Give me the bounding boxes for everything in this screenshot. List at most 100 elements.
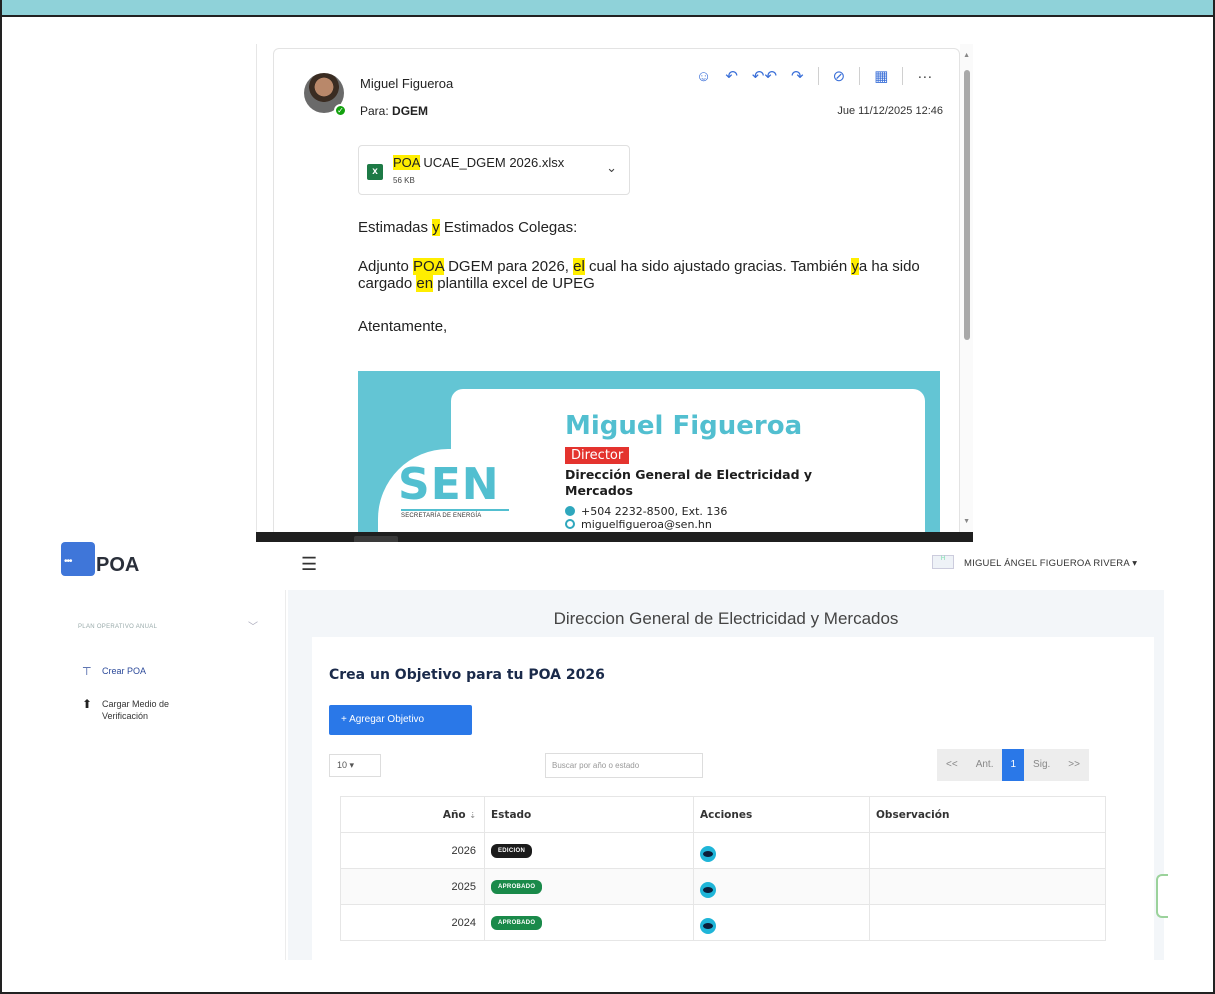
search-highlight: POA (413, 258, 444, 275)
app-logo-text[interactable]: POA (96, 554, 139, 577)
poa-logo-icon (61, 542, 95, 576)
email-scrollbar[interactable]: ▲ ▼ (960, 44, 973, 534)
sender-name[interactable]: Miguel Figueroa (360, 76, 453, 91)
side-widget-tab[interactable] (1156, 874, 1168, 918)
text: Estimadas (358, 219, 433, 236)
actions-cell (693, 832, 870, 869)
create-icon: ⊤ (82, 666, 92, 678)
poa-table: Año ⇣ Estado Acciones Observación 2026 E… (340, 796, 1106, 941)
logo-divider (401, 509, 509, 511)
sidebar-section-title[interactable]: PLAN OPERATIVO ANUAL (78, 624, 157, 630)
view-eye-icon[interactable] (700, 881, 716, 898)
observation-cell (869, 904, 1106, 941)
sidebar-item-label: Cargar Medio de Verificación (102, 699, 170, 721)
emoji-react-icon[interactable]: ☺ (696, 68, 711, 85)
attachment-name: POA UCAE_DGEM 2026.xlsx (393, 155, 564, 170)
email-text[interactable]: miguelfigueroa@sen.hn (581, 518, 712, 531)
email-message: ✓ Miguel Figueroa Para: DGEM ☺ ↶ ↶↶ ↷ ⊘ … (273, 48, 960, 540)
attachment-name-rest: UCAE_DGEM 2026.xlsx (419, 155, 565, 170)
actions-cell (693, 868, 870, 905)
status-cell: EDICION (484, 832, 694, 869)
recipient-line: Para: DGEM (360, 104, 428, 118)
excel-file-icon: x (367, 164, 383, 180)
menu-icon[interactable]: ☰ (301, 555, 317, 573)
chevron-down-icon[interactable]: ⌄ (606, 160, 617, 176)
more-actions-icon[interactable]: ··· (917, 68, 932, 85)
search-highlight: en (416, 275, 434, 292)
email-reading-pane: ✓ Miguel Figueroa Para: DGEM ☺ ↶ ↶↶ ↷ ⊘ … (256, 44, 973, 540)
sidebar-item-label: Crear POA (102, 666, 147, 676)
table-header-row: Año ⇣ Estado Acciones Observación (340, 796, 1106, 833)
table-row: 2026 EDICION (340, 832, 1106, 869)
actions-divider (859, 67, 861, 85)
table-row: 2024 APROBADO (340, 904, 1106, 941)
phone-icon (565, 506, 575, 516)
forward-icon[interactable]: ↷ (791, 67, 804, 85)
text: plantilla excel de UPEG (433, 275, 595, 292)
prev-page-button[interactable]: Ant. (967, 749, 1003, 781)
reply-icon[interactable]: ↶ (725, 67, 738, 85)
view-eye-icon[interactable] (700, 917, 716, 934)
message-actions: ☺ ↶ ↶↶ ↷ ⊘ ▦ ··· (696, 67, 932, 85)
search-highlight: el (573, 258, 585, 275)
view-eye-icon[interactable] (700, 845, 716, 862)
page-1-button[interactable]: 1 (1002, 749, 1025, 781)
column-header-year[interactable]: Año ⇣ (340, 796, 485, 833)
signature-name: Miguel Figueroa (565, 411, 803, 441)
first-page-button[interactable]: << (937, 749, 967, 781)
scroll-down-icon[interactable]: ▼ (963, 518, 970, 525)
signature-organization: Dirección General de Electricidad y Merc… (565, 467, 813, 498)
search-input[interactable]: Buscar por año o estado (545, 753, 703, 778)
actions-divider (817, 67, 819, 85)
attachment-card[interactable]: x POA UCAE_DGEM 2026.xlsx 56 KB ⌄ (358, 145, 630, 195)
next-page-button[interactable]: Sig. (1024, 749, 1059, 781)
page-title: Direccion General de Electricidad y Merc… (553, 609, 899, 628)
add-objective-button[interactable]: + Agregar Objetivo (329, 705, 472, 735)
user-org-icon: H (932, 555, 954, 569)
message-date: Jue 11/12/2025 12:46 (837, 105, 943, 117)
loop-icon[interactable]: ⊘ (833, 67, 846, 85)
user-menu[interactable]: MIGUEL ÁNGEL FIGUEROA RIVERA ▾ (964, 558, 1137, 569)
taskbar-tab (354, 536, 398, 542)
presence-available-icon: ✓ (334, 104, 347, 117)
sen-logo-subtitle: SECRETARÍA DE ENERGÍA (401, 513, 482, 519)
scroll-thumb[interactable] (964, 70, 970, 340)
column-header-actions: Acciones (693, 796, 870, 833)
sidebar: PLAN OPERATIVO ANUAL ﹀ ⊤ Crear POA ⬆ Car… (60, 590, 286, 960)
column-header-observation: Observación (869, 796, 1106, 833)
signature-role: Director (565, 447, 630, 464)
actions-divider (902, 67, 904, 85)
observation-cell (869, 868, 1106, 905)
sidebar-item-cargar-medio[interactable]: ⬆ Cargar Medio de Verificación (82, 698, 192, 722)
page-size-select[interactable]: 10 ▾ (329, 754, 381, 777)
signature-email[interactable]: miguelfigueroa@sen.hn (565, 518, 712, 531)
search-highlight: y (432, 219, 440, 236)
text: Estimados Colegas: (439, 219, 578, 236)
reply-all-icon[interactable]: ↶↶ (752, 67, 777, 85)
actions-cell (693, 904, 870, 941)
scroll-up-icon[interactable]: ▲ (963, 52, 970, 59)
search-highlight: y (851, 258, 859, 275)
signature-phone: +504 2232-8500, Ext. 136 (565, 505, 727, 518)
taskbar-strip (256, 532, 973, 542)
last-page-button[interactable]: >> (1059, 749, 1089, 781)
email-icon (565, 519, 575, 529)
sidebar-item-crear-poa[interactable]: ⊤ Crear POA (82, 666, 146, 678)
text: Adjunto (358, 258, 414, 275)
text: cual ha sido ajustado gracias. También (584, 258, 852, 275)
year-cell: 2026 (340, 832, 485, 869)
column-header-status[interactable]: Estado (484, 796, 694, 833)
status-badge: APROBADO (491, 916, 543, 930)
chevron-down-icon[interactable]: ﹀ (248, 618, 258, 633)
to-recipient[interactable]: DGEM (392, 104, 428, 118)
phone-text: +504 2232-8500, Ext. 136 (581, 505, 728, 518)
status-cell: APROBADO (484, 904, 694, 941)
apps-icon[interactable]: ▦ (874, 67, 888, 85)
header-label: Año (442, 808, 466, 821)
attachment-size: 56 KB (393, 176, 415, 185)
greeting-paragraph: Estimadas y Estimados Colegas: (358, 219, 577, 236)
status-badge: APROBADO (491, 880, 543, 894)
body-paragraph: Adjunto POA DGEM para 2026, el cual ha s… (358, 258, 948, 292)
sort-icon[interactable]: ⇣ (469, 811, 476, 820)
text: DGEM para 2026, (443, 258, 574, 275)
